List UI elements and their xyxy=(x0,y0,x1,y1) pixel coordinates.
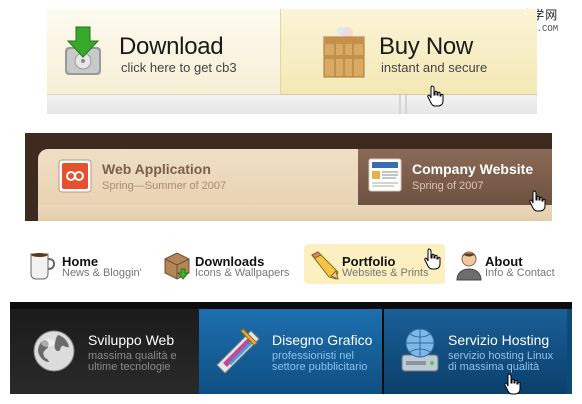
sviluppo-web-title: Sviluppo Web xyxy=(88,332,175,348)
person-icon xyxy=(456,251,482,281)
hard-drive-download-icon xyxy=(65,26,101,75)
nav-item-portfolio[interactable]: Portfolio Websites & Prints xyxy=(304,246,445,282)
server-globe-icon xyxy=(401,328,439,372)
hand-cursor-icon xyxy=(504,373,521,395)
company-website-icon xyxy=(368,158,402,192)
company-website-title: Company Website xyxy=(412,161,534,177)
pencil-icon xyxy=(311,251,339,280)
tab-company-website[interactable]: Company Website Spring of 2007 xyxy=(358,149,552,205)
web-application-subtitle: Spring—Summer of 2007 xyxy=(102,180,227,192)
buy-now-button[interactable]: Buy Now instant and secure xyxy=(280,9,537,95)
globe-icon xyxy=(33,330,75,372)
company-website-subtitle: Spring of 2007 xyxy=(412,180,484,192)
tab-edge xyxy=(567,309,572,394)
servizio-hosting-title: Servizio Hosting xyxy=(448,332,550,348)
web-application-title: Web Application xyxy=(102,161,211,177)
hand-cursor-icon xyxy=(424,248,441,270)
hand-cursor-icon xyxy=(529,190,546,212)
crate-icon xyxy=(323,27,365,78)
tab-sviluppo-web[interactable]: Sviluppo Web massima qualità e ultime te… xyxy=(10,309,199,394)
web-application-icon xyxy=(58,159,92,193)
tab-bar-bottom xyxy=(38,205,552,221)
divider xyxy=(405,95,407,114)
sviluppo-web-line2: ultime tecnologie xyxy=(88,361,171,373)
project-tabs-panel: Web Application Spring—Summer of 2007 Co… xyxy=(25,133,552,221)
panel-strip xyxy=(47,95,537,114)
servizio-hosting-line2: di massima qualità xyxy=(448,361,540,373)
box-download-icon xyxy=(164,252,190,280)
tab-disegno-grafico[interactable]: Disegno Grafico professionisti nel setto… xyxy=(199,309,382,394)
nav-about-subtitle: Info & Contact xyxy=(485,267,555,279)
divider xyxy=(399,95,401,114)
download-button[interactable]: Download click here to get cb3 xyxy=(47,9,280,95)
nav-item-about[interactable]: About Info & Contact xyxy=(453,246,569,282)
buy-now-subtitle: instant and secure xyxy=(381,60,488,75)
download-title: Download xyxy=(119,33,224,60)
services-menu-panel: Sviluppo Web massima qualità e ultime te… xyxy=(10,302,572,395)
nav-item-downloads[interactable]: Downloads Icons & Wallpapers xyxy=(160,246,300,282)
tab-servizio-hosting[interactable]: Servizio Hosting servizio hosting Linux … xyxy=(384,309,567,395)
disegno-grafico-title: Disegno Grafico xyxy=(272,332,373,348)
buy-now-title: Buy Now xyxy=(379,33,473,60)
disegno-grafico-line2: settore pubblicitario xyxy=(272,361,368,373)
download-subtitle: click here to get cb3 xyxy=(121,60,237,75)
nav-portfolio-subtitle: Websites & Prints xyxy=(342,267,429,279)
nav-home-subtitle: News & Bloggin' xyxy=(62,267,142,279)
download-buy-panel: Download click here to get cb3 Buy Now i… xyxy=(47,9,537,114)
hand-cursor-icon xyxy=(427,85,444,107)
nav-downloads-subtitle: Icons & Wallpapers xyxy=(195,267,290,279)
graphics-tablet-icon xyxy=(216,328,260,373)
mug-icon xyxy=(30,253,56,280)
nav-item-home[interactable]: Home News & Bloggin' xyxy=(26,246,154,282)
